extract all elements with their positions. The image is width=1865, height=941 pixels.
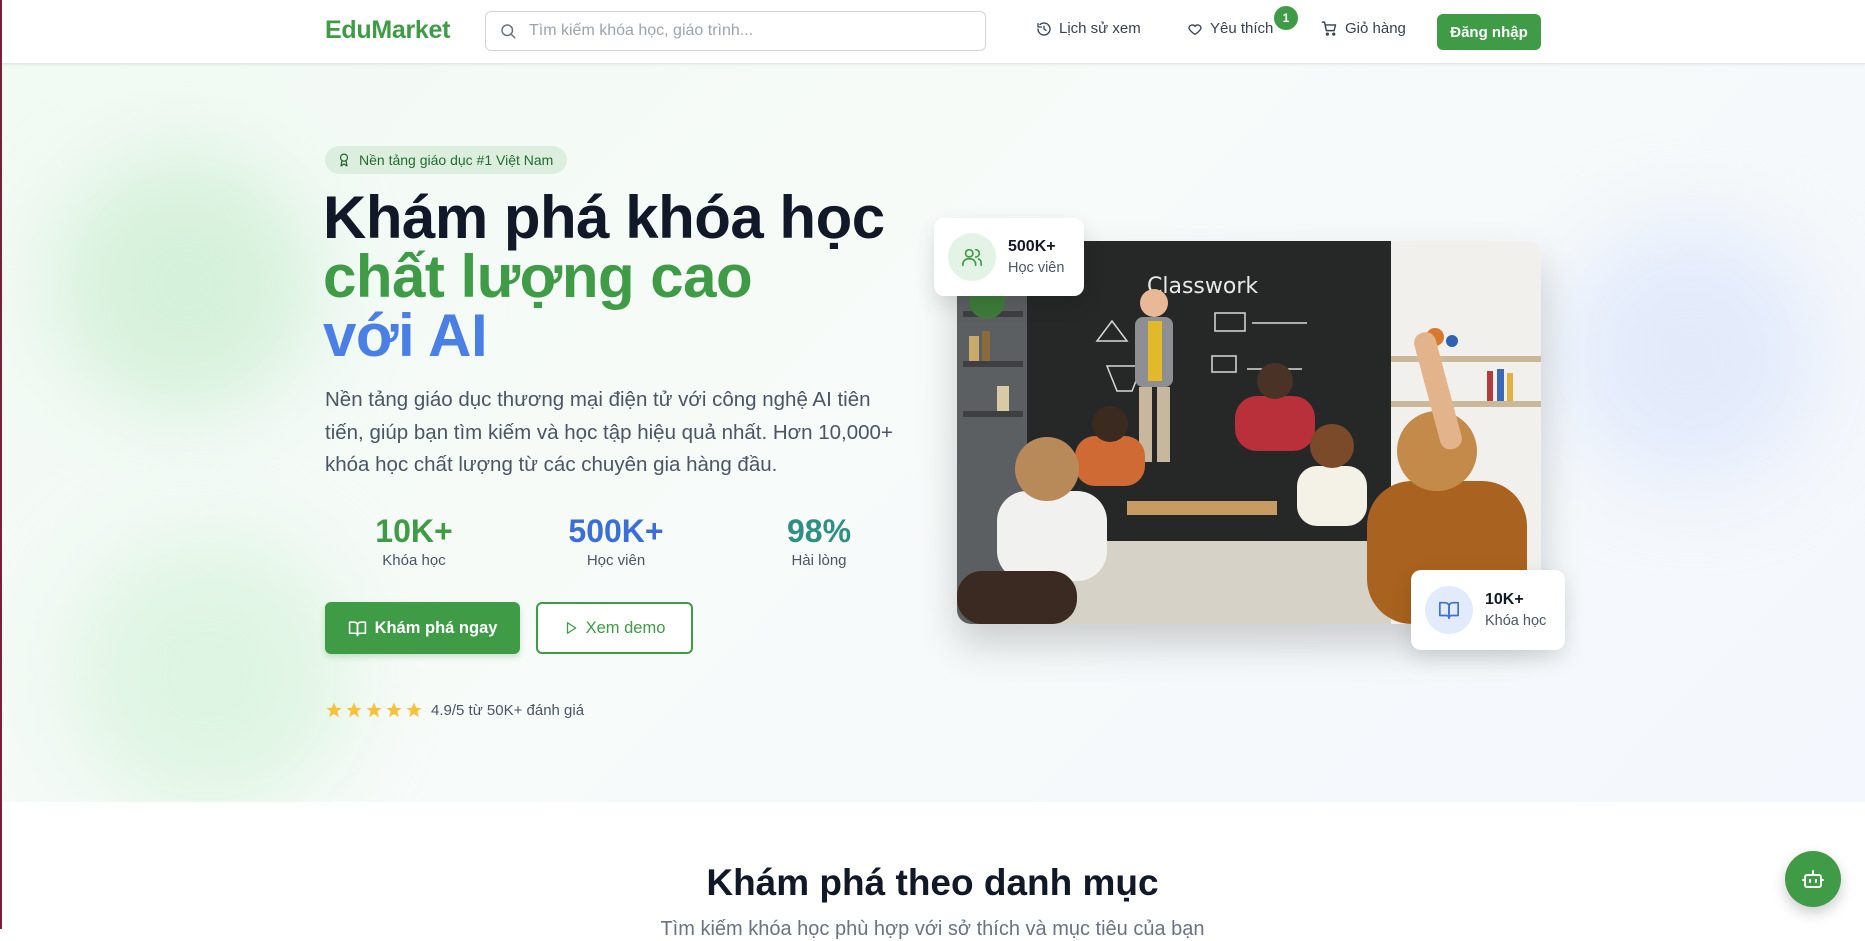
star-icon — [386, 702, 402, 718]
stat-label: Hài lòng — [791, 552, 847, 569]
card-label: Học viên — [1008, 260, 1065, 276]
book-icon-wrapper — [1425, 586, 1473, 634]
book-open-icon — [348, 620, 366, 636]
explore-now-label: Khám phá ngay — [374, 618, 498, 637]
card-label: Khóa học — [1485, 613, 1547, 629]
search-input[interactable] — [527, 21, 951, 41]
award-icon — [339, 153, 349, 167]
star-icon — [366, 702, 382, 718]
favorites-label: Yêu thích — [1210, 20, 1274, 37]
stat-label: Khóa học — [382, 552, 446, 569]
stat-students: 500K+ Học viên — [536, 513, 696, 569]
rating-stars — [325, 701, 423, 719]
categories-section-title: Khám phá theo danh mục — [706, 862, 1159, 903]
decorative-blob — [1560, 224, 1820, 484]
history-link[interactable]: Lịch sử xem — [1036, 20, 1141, 37]
stat-value: 10K+ — [375, 513, 453, 549]
card-value: 10K+ — [1485, 591, 1524, 608]
hero-title-line3: với AI — [323, 302, 488, 369]
favorites-link[interactable]: Yêu thích — [1187, 20, 1273, 37]
rating-row: 4.9/5 từ 50K+ đánh giá — [325, 701, 584, 719]
bot-icon — [1802, 870, 1824, 888]
watch-demo-button[interactable]: Xem demo — [536, 602, 693, 654]
stat-courses: 10K+ Khóa học — [334, 513, 494, 569]
tagline-badge: Nền tảng giáo dục #1 Việt Nam — [325, 146, 568, 174]
tagline-text: Nền tảng giáo dục #1 Việt Nam — [359, 152, 554, 168]
explore-now-button[interactable]: Khám phá ngay — [325, 602, 520, 654]
star-icon — [406, 702, 422, 718]
favorites-count-badge: 1 — [1274, 6, 1298, 30]
cart-link[interactable]: Giỏ hàng — [1321, 20, 1406, 37]
stat-label: Học viên — [586, 552, 646, 569]
history-label: Lịch sử xem — [1059, 20, 1141, 37]
courses-stat-card: 10K+ Khóa học — [1411, 570, 1565, 650]
login-button[interactable]: Đăng nhập — [1437, 14, 1541, 50]
stat-satisfaction: 98% Hài lòng — [739, 513, 899, 569]
search-icon — [501, 24, 516, 39]
hero-title-line2: chất lượng cao — [323, 243, 753, 310]
hero-description: Nền tảng giáo dục thương mại điện tử với… — [325, 388, 893, 476]
hero-classroom-image: Classwork — [957, 241, 1541, 624]
window-edge — [0, 0, 2, 929]
book-icon — [1439, 601, 1459, 620]
top-navbar: EduMarket Lịch sử xem Yêu thích 1 Giỏ hà… — [0, 0, 1865, 64]
decorative-blob — [55, 154, 315, 414]
users-icon — [962, 248, 982, 267]
rating-text: 4.9/5 từ 50K+ đánh giá — [431, 701, 585, 719]
categories-section-subtitle: Tìm kiếm khóa học phù hợp với sở thích v… — [660, 918, 1205, 940]
star-icon — [326, 702, 342, 718]
stat-value: 500K+ — [568, 513, 664, 549]
hero-title-line1: Khám phá khóa học — [323, 184, 885, 251]
cart-icon — [1321, 21, 1337, 36]
heart-icon — [1188, 23, 1202, 35]
search-bar[interactable] — [485, 11, 986, 51]
classroom-illustration: Classwork — [957, 241, 1541, 624]
cart-label: Giỏ hàng — [1345, 20, 1406, 37]
students-stat-card: 500K+ Học viên — [934, 218, 1084, 296]
hero-section: Nền tảng giáo dục #1 Việt Nam Khám phá k… — [0, 64, 1865, 802]
stat-value: 98% — [786, 513, 852, 549]
watch-demo-label: Xem demo — [585, 618, 666, 637]
decorative-blob — [70, 534, 350, 802]
play-icon — [566, 622, 576, 634]
users-icon-wrapper — [948, 233, 996, 281]
logo[interactable]: EduMarket — [325, 16, 450, 45]
star-icon — [346, 702, 362, 718]
history-icon — [1037, 21, 1051, 36]
ai-chat-button[interactable] — [1785, 851, 1841, 907]
card-value: 500K+ — [1008, 238, 1056, 255]
